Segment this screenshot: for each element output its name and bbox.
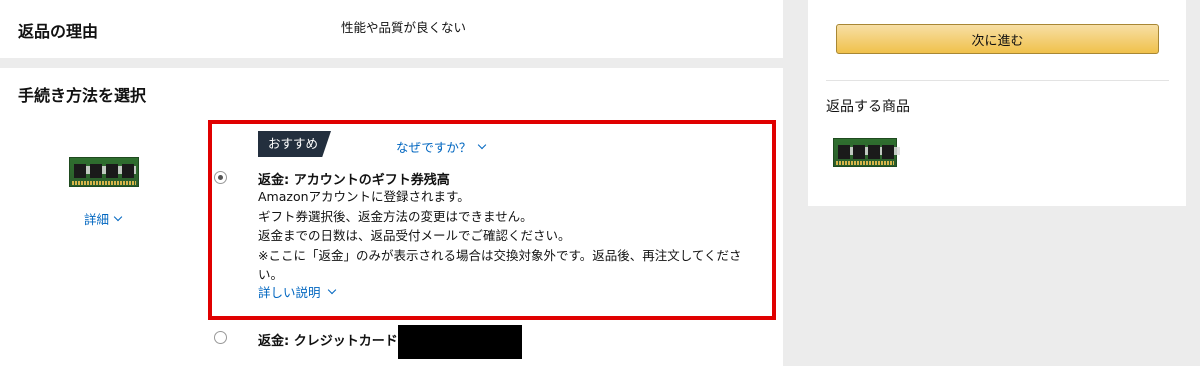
gift-card-refund-radio[interactable]	[214, 171, 227, 184]
chevron-down-icon	[113, 212, 123, 221]
return-method-heading: 手続き方法を選択	[18, 86, 147, 105]
description-line: ※ここに「返金」のみが表示される場合は交換対象外です。返品後、再注文してくださ	[258, 247, 742, 263]
details-explanation-link[interactable]: 詳しい説明	[258, 282, 336, 301]
divider	[826, 80, 1169, 81]
return-reason-value: 性能や品質が良くない	[341, 20, 467, 35]
description-line: ギフト券選択後、返金方法の変更はできません。	[258, 208, 533, 224]
gift-card-refund-title: 返金: アカウントのギフト券残高	[258, 173, 450, 188]
next-button[interactable]: 次に進む	[836, 24, 1159, 54]
chevron-down-icon	[478, 140, 487, 149]
ram-module-image	[833, 138, 900, 167]
return-reason-panel: 返品の理由 性能や品質が良くない	[0, 0, 783, 58]
gift-card-refund-description: Amazonアカウントに登録されます。 ギフト券選択後、返金方法の変更はできませ…	[258, 187, 768, 285]
credit-card-refund-radio[interactable]	[214, 331, 227, 344]
return-reason-heading: 返品の理由	[18, 22, 99, 41]
product-detail-label: 詳細	[84, 212, 110, 227]
why-link-label: なぜですか？	[396, 140, 472, 155]
redacted-card-info	[398, 325, 522, 359]
product-thumbnail[interactable]	[69, 157, 139, 187]
details-explanation-label: 詳しい説明	[258, 285, 321, 300]
chevron-down-icon	[327, 285, 336, 294]
return-item-thumbnail[interactable]	[833, 138, 900, 167]
credit-card-refund-title: 返金: クレジットカード(	[258, 334, 404, 349]
description-line: Amazonアカウントに登録されます。	[258, 189, 470, 204]
recommended-badge: おすすめ	[258, 131, 331, 157]
description-line: 返金までの日数は、返品受付メールでご確認ください。	[258, 228, 571, 243]
why-link[interactable]: なぜですか？	[396, 137, 487, 156]
ram-module-image	[69, 157, 139, 187]
product-detail-link[interactable]: 詳細	[84, 209, 123, 228]
return-items-heading: 返品する商品	[826, 99, 910, 115]
